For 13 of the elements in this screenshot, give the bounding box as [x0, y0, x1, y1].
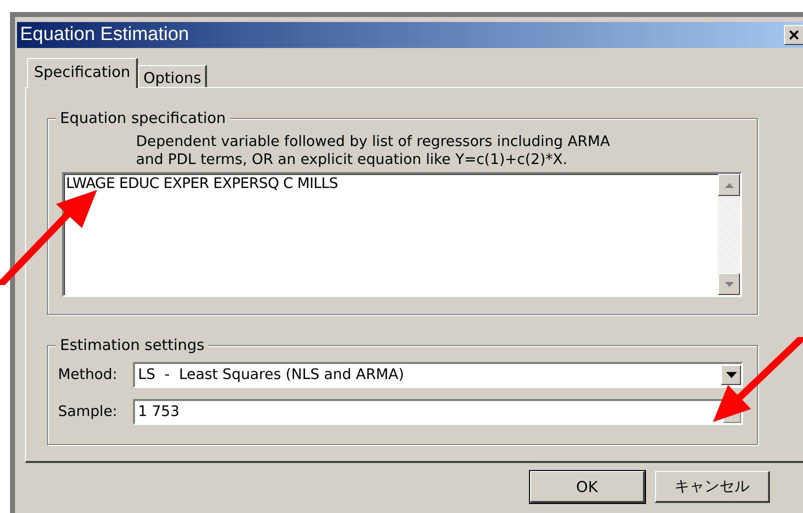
sample-field[interactable]: 1 753 — [133, 399, 743, 425]
group-label: Estimation settings — [56, 336, 208, 354]
tab[interactable]: Options — [138, 65, 208, 87]
field-label: Method: — [58, 367, 118, 383]
hint-text: Dependent variable followed by list of regressors including ARMA and PDL terms, OR an explicit equation like Y=c(1)+c(2)*X. — [136, 133, 612, 169]
equation-field[interactable]: LWAGE EDUC EXPER EXPERSQ C MILLS — [62, 172, 742, 297]
group-label: Equation specification — [56, 109, 230, 127]
window-title: Equation Estimation — [20, 24, 189, 46]
method-dropdown[interactable]: LS - Least Squares (NLS and ARMA) — [133, 362, 743, 388]
tab[interactable]: Specification — [27, 58, 138, 88]
cancel-button[interactable]: キャンセル — [655, 471, 770, 503]
field-label: Sample: — [58, 404, 118, 420]
ok-button[interactable]: OK — [530, 471, 645, 503]
